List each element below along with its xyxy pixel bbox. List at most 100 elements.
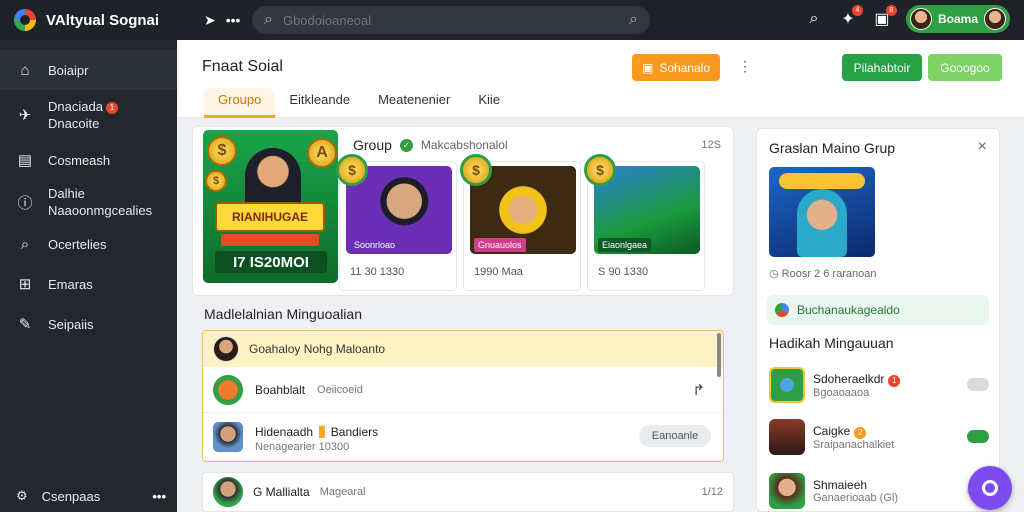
right-panel: Graslan Maino Grup × ◷ Roosr 2 6 raranoa…: [756, 128, 1000, 512]
panel-tag[interactable]: Buchanaukagealdo: [767, 295, 989, 325]
thumb-tag: Gnuauolos: [474, 238, 526, 252]
sidebar-item-label: Boiaipr: [48, 62, 89, 78]
group-title: Group: [353, 137, 392, 153]
likes-icon[interactable]: ✦ 4: [838, 5, 863, 29]
kebab-menu-icon[interactable]: ⋮: [738, 58, 752, 75]
sidebar-item-label: Cosmeash: [48, 152, 111, 168]
sidebar-footer-label: Csenpaas: [41, 488, 101, 504]
send-icon[interactable]: ➤: [204, 12, 216, 29]
avatar: [984, 8, 1006, 30]
row-sub: Oeiicoeid: [317, 383, 363, 396]
hero-banner: RIANIHUGAE: [215, 202, 325, 232]
row-name-secondary: Bandiers: [330, 424, 379, 439]
sidebar-item-sublabel: Dnacoite: [48, 116, 100, 131]
tab-eitkleande[interactable]: Eitkleande: [275, 88, 364, 118]
tab-groupo[interactable]: Groupo: [204, 88, 276, 118]
row-sub: Nenagearier 10300: [255, 440, 350, 453]
group-card[interactable]: $ A $ RIANIHUGAE I7 IS20MOI Group ✓ Makc…: [192, 126, 734, 296]
profile-pill[interactable]: Boama: [905, 5, 1010, 33]
group-hero-image[interactable]: $ A $ RIANIHUGAE I7 IS20MOI: [203, 130, 338, 283]
panel-image[interactable]: [769, 167, 875, 257]
reply-icon[interactable]: ↱: [692, 381, 705, 399]
row-name: Sdoheraelkdr: [813, 371, 885, 386]
search-input[interactable]: [282, 12, 603, 28]
sidebar-item-emaras[interactable]: ⊞ Emaras: [0, 264, 177, 304]
sidebar-item-seipaiis[interactable]: ✎ Seipaiis: [0, 304, 177, 344]
panel-meta: ◷ Roosr 2 6 raranoan: [769, 267, 876, 280]
sidebar-item-sublabel: Naaoonmgcealies: [48, 203, 153, 218]
row-name: Boahblalt: [255, 382, 306, 397]
thumb-caption: 11 30 1330: [350, 266, 405, 278]
row-sub: Bgoaoaaoa: [813, 386, 870, 399]
feed-item-name: G Mallialta: [253, 485, 310, 499]
panel-section-title: Hadikah Mingauuan: [769, 335, 894, 351]
settings-icon: ⚙: [16, 488, 28, 503]
avatar: [769, 367, 805, 403]
bird-icon: ✈: [18, 107, 32, 124]
section-title: Madlelalnian Minguoalian: [204, 306, 362, 322]
avatar: [769, 419, 805, 455]
sidebar-item-home[interactable]: ⌂ Boiaipr: [0, 50, 177, 90]
hero-strip: [221, 234, 319, 246]
panel-meta-text: Roosr 2 6 raranoan: [781, 268, 877, 280]
search-icon: ⌕: [20, 235, 30, 253]
globe-icon: [775, 303, 789, 317]
list-item[interactable]: Shmaieeh Ganaerioaab (Gl): [769, 471, 989, 511]
more-icon[interactable]: •••: [226, 12, 241, 28]
coin-icon: $: [460, 154, 492, 186]
chat-icon: [982, 480, 998, 496]
orange-action-label: Sohanalo: [659, 60, 711, 75]
card-icon: ▤: [17, 152, 33, 169]
tab-kiie[interactable]: Kiie: [464, 88, 514, 118]
list-item[interactable]: Boahblalt Oeiicoeid ↱: [203, 367, 723, 413]
feed-item[interactable]: G Mallialta Magearal 1/12: [202, 472, 734, 512]
main-header: Fnaat Soial ▣ Sohanalo ⋮ Pilahabtoir Goo…: [178, 40, 1024, 118]
sidebar-badge: 1: [105, 102, 118, 114]
avatar: [213, 421, 243, 452]
row-name: Hidenaadh: [255, 424, 314, 439]
sidebar-item-ocertelies[interactable]: ⌕ Ocertelies: [0, 224, 177, 264]
group-thumb[interactable]: $ Eiaonlgaea S 90 1330: [584, 154, 705, 291]
floating-action-button[interactable]: [968, 466, 1012, 510]
group-thumb[interactable]: $ Soonrloao 11 30 1330: [336, 154, 457, 291]
home-icon: ⌂: [20, 61, 30, 79]
search-icon: ⌕: [264, 11, 273, 28]
row-badge: 1: [888, 374, 901, 387]
row-badge: 2: [854, 426, 867, 439]
search-submit-icon[interactable]: ⌕: [629, 11, 638, 29]
thumb-caption: S 90 1330: [598, 266, 649, 278]
list-item[interactable]: Caigke 2 Sraipanachalkiet: [769, 417, 989, 457]
sidebar: ⌂ Boiaipr ✈ Dnaciada 1 Dnacoite ▤ Cosmeas…: [0, 40, 177, 512]
notif-badge: 8: [885, 5, 897, 16]
toggle[interactable]: [967, 430, 989, 443]
member-list: Goahaloy Nohg Maloanto Boahblalt Oeiicoe…: [202, 330, 724, 462]
row-action-button[interactable]: Eanoanle: [639, 425, 711, 447]
more-icon[interactable]: •••: [152, 489, 166, 504]
close-icon[interactable]: ×: [978, 138, 987, 156]
panel-tag-label: Buchanaukagealdo: [797, 303, 900, 317]
panel-image-figure: [797, 189, 847, 257]
sidebar-item-cosmeash[interactable]: ▤ Cosmeash: [0, 140, 177, 180]
toggle[interactable]: [967, 378, 989, 391]
avatar: [213, 336, 239, 362]
green-action-button[interactable]: Pilahabtoir: [842, 54, 922, 81]
list-item[interactable]: Sdoheraelkdr 1 Bgoaoaaoa: [769, 365, 989, 405]
group-thumb[interactable]: $ Gnuauolos 1990 Maa: [460, 154, 581, 291]
sidebar-footer[interactable]: ⚙ Csenpaas •••: [16, 488, 166, 504]
light-green-action-button[interactable]: Gooogoo: [928, 54, 1002, 81]
list-head-label: Goahaloy Nohg Maloanto: [249, 342, 386, 356]
coin-icon: $: [207, 136, 237, 166]
tab-meatenenier[interactable]: Meatenenier: [364, 88, 464, 118]
app-logo[interactable]: [14, 9, 36, 31]
orange-action-button[interactable]: ▣ Sohanalo: [632, 54, 720, 81]
search-bar[interactable]: ⌕ ⌕: [252, 6, 650, 34]
sidebar-item-dnaciada[interactable]: ✈ Dnaciada 1 Dnacoite: [0, 90, 177, 140]
avatar: [213, 374, 243, 405]
main-feed: $ A $ RIANIHUGAE I7 IS20MOI Group ✓ Makc…: [178, 118, 743, 512]
list-item[interactable]: Hidenaadh ▮ Bandiers Nenagearier 10300 E…: [203, 413, 723, 461]
inbox-icon[interactable]: ▣ 8: [872, 5, 897, 29]
top-bar: VAltyual Sognai ➤ ••• ⌕ ⌕ ⌕ ✦4 ▣8 Boama: [0, 0, 1024, 40]
list-head[interactable]: Goahaloy Nohg Maloanto: [203, 331, 723, 367]
sidebar-item-dalhie[interactable]: ⓘ Dalhie Naaoonmgcealies: [0, 180, 177, 224]
search-icon[interactable]: ⌕: [804, 9, 824, 29]
